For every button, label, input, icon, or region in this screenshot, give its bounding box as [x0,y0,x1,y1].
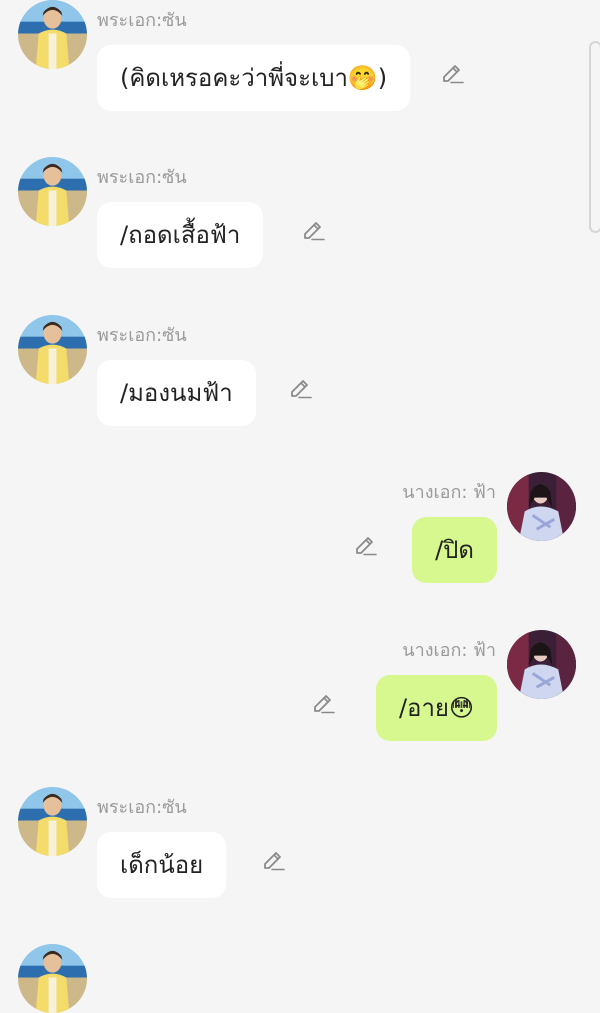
heroine-avatar-icon[interactable] [507,472,576,541]
chat-message: พระเอก:ซัน/ถอดเสื้อฟ้า [0,157,600,287]
sender-name: พระเอก:ซัน [97,325,187,346]
message-bubble[interactable]: (คิดเหรอคะว่าพี่จะเบา🤭) [97,45,411,111]
message-bubble[interactable]: /มองนมฟ้า [97,360,256,426]
hero-avatar-icon[interactable] [18,157,87,226]
chat-message: นางเอก: ฟ้า/อาย😳 [0,630,600,760]
message-bubble[interactable]: /ถอดเสื้อฟ้า [97,202,264,268]
scrollbar[interactable] [589,41,600,233]
message-bubble[interactable]: เด็กน้อย [97,832,227,898]
chat-messages[interactable]: พระเอก:ซัน (คิดเหรอคะว่าพี่จะเบา🤭) พระเอก… [0,0,600,1013]
pencil-edit-icon[interactable] [439,59,465,85]
chat-message: พระเอก:ซันเด็กน้อย [0,787,600,917]
pencil-edit-icon[interactable] [310,689,336,715]
hero-avatar-icon[interactable] [18,315,87,384]
sender-name: พระเอก:ซัน [97,797,187,818]
message-bubble[interactable]: /อาย😳 [375,675,497,741]
hero-avatar-icon[interactable] [18,0,87,69]
hero-avatar-icon[interactable] [18,944,87,1013]
pencil-edit-icon[interactable] [260,846,286,872]
pencil-edit-icon[interactable] [352,531,378,557]
chat-message: นางเอก: ฟ้า/ปิด [0,472,600,602]
sender-name: นางเอก: ฟ้า [402,640,496,661]
sender-name: นางเอก: ฟ้า [402,482,496,503]
chat-message: พระเอก:ซัน/มองนมฟ้า [0,315,600,445]
pencil-edit-icon[interactable] [300,216,326,242]
pencil-edit-icon[interactable] [287,374,313,400]
message-bubble[interactable]: /ปิด [412,517,497,583]
sender-name: พระเอก:ซัน [97,10,187,31]
chat-message: พระเอก:ซัน (คิดเหรอคะว่าพี่จะเบา🤭) [0,0,600,130]
heroine-avatar-icon[interactable] [507,630,576,699]
sender-name: พระเอก:ซัน [97,167,187,188]
hero-avatar-icon[interactable] [18,787,87,856]
